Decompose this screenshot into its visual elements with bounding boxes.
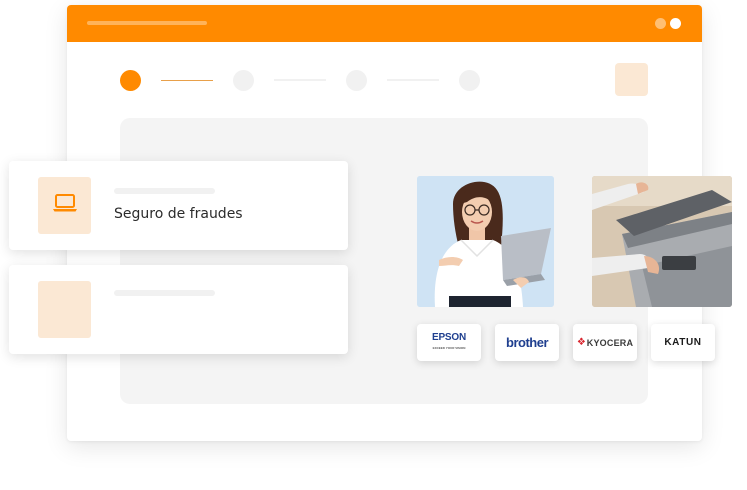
copier-machine-photo — [592, 176, 732, 307]
stepper-connector-3 — [387, 79, 439, 81]
service-icon-box — [38, 177, 91, 234]
brand-logo-epson[interactable]: EPSON EXCEED YOUR VISION — [417, 324, 481, 361]
card-title-placeholder — [114, 188, 215, 194]
service-card-placeholder[interactable] — [9, 265, 348, 354]
brother-wordmark: brother — [506, 335, 549, 350]
title-placeholder — [87, 21, 207, 25]
service-card-label: Seguro de fraudes — [114, 206, 243, 222]
stepper-step-1[interactable] — [120, 70, 141, 91]
service-icon-box-empty — [38, 281, 91, 338]
woman-with-laptop-photo — [417, 176, 554, 307]
katun-wordmark: KATUN — [664, 337, 702, 348]
stepper-connector-2 — [274, 79, 326, 81]
kyocera-wordmark: KYOCERA — [586, 337, 634, 348]
stepper-connector-1 — [161, 80, 213, 81]
brand-logo-katun[interactable]: KATUN — [651, 324, 715, 361]
window-titlebar — [67, 5, 702, 42]
brand-logo-brother[interactable]: brother — [495, 324, 559, 361]
epson-wordmark: EPSON — [431, 331, 466, 343]
laptop-icon — [50, 192, 80, 219]
kyocera-mark-icon: ❖ — [576, 337, 586, 348]
card-title-placeholder — [114, 290, 215, 296]
window-control-dot-active[interactable] — [670, 18, 681, 29]
epson-tagline: EXCEED YOUR VISION — [432, 345, 466, 350]
brand-logo-kyocera[interactable]: ❖ KYOCERA — [573, 324, 637, 361]
window-control-dot[interactable] — [655, 18, 666, 29]
service-card-fraud-insurance[interactable]: Seguro de fraudes — [9, 161, 348, 250]
stepper-step-2[interactable] — [233, 70, 254, 91]
stepper-step-3[interactable] — [346, 70, 367, 91]
stepper-step-4[interactable] — [459, 70, 480, 91]
header-action-placeholder[interactable] — [615, 63, 648, 96]
